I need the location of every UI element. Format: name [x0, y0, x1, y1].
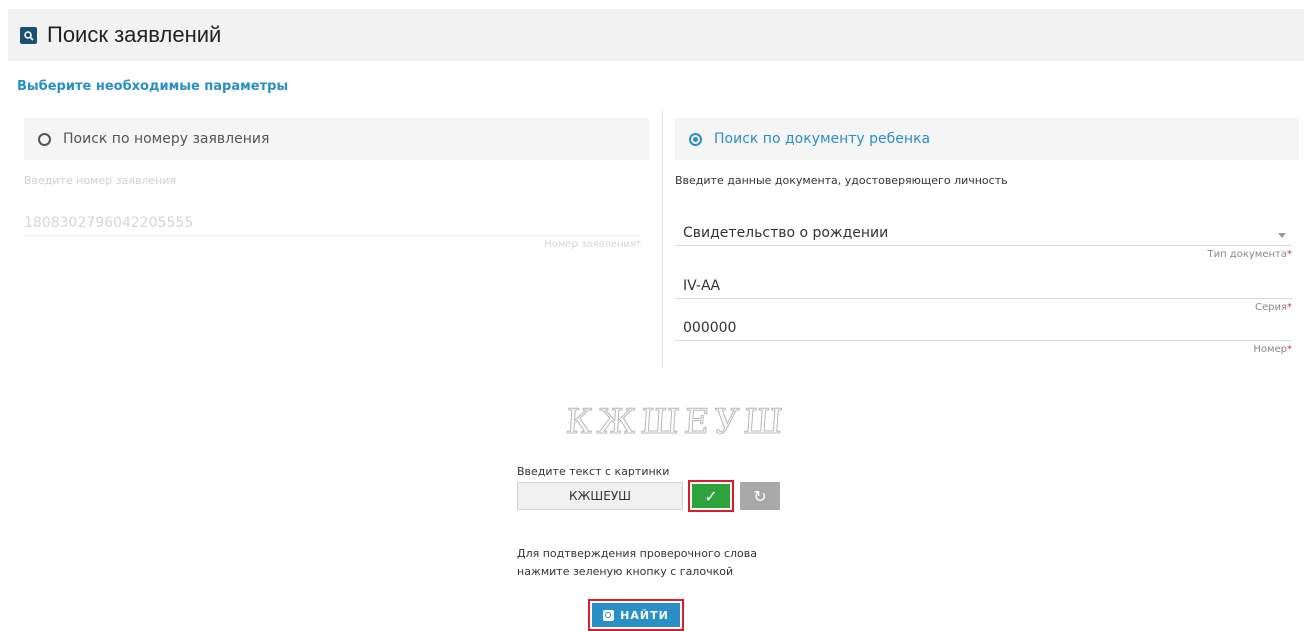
radio-search-by-document[interactable]: Поиск по документу ребенка — [675, 118, 1299, 160]
page-title: Поиск заявлений — [47, 22, 222, 47]
chevron-down-icon — [1278, 233, 1286, 238]
application-number-field[interactable]: 1808302796042205555 — [24, 215, 641, 236]
refresh-icon: ↻ — [753, 486, 767, 506]
find-button[interactable]: НАЙТИ — [588, 599, 684, 631]
radio-label: Поиск по номеру заявления — [63, 131, 270, 147]
document-type-value: Свидетельство о рождении — [683, 225, 889, 241]
document-type-label: Тип документа* — [1207, 249, 1292, 260]
search-icon — [603, 609, 615, 621]
radio-search-by-number[interactable]: Поиск по номеру заявления — [24, 118, 649, 160]
refresh-captcha-button[interactable]: ↻ — [740, 482, 780, 510]
panel-divider — [662, 110, 663, 368]
search-by-number-panel: Поиск по номеру заявления Введите номер … — [24, 118, 649, 250]
application-number-label: Номер заявления* — [544, 239, 641, 250]
search-by-document-panel: Поиск по документу ребенка Введите данны… — [675, 118, 1299, 355]
captcha-input[interactable] — [517, 482, 683, 510]
section-subtitle: Выберите необходимые параметры — [17, 79, 289, 94]
number-hint: Введите номер заявления — [24, 174, 177, 187]
confirm-captcha-button[interactable]: ✓ — [688, 480, 734, 512]
radio-unchecked-icon — [38, 132, 51, 146]
series-input[interactable]: IV-АА — [675, 278, 1292, 299]
document-hint: Введите данные документа, удостоверяющег… — [675, 174, 1008, 187]
captcha-image: КЖШЕУШ — [564, 402, 789, 443]
check-icon: ✓ — [704, 486, 718, 506]
find-button-label: НАЙТИ — [620, 608, 669, 622]
search-document-icon — [20, 26, 37, 44]
radio-label: Поиск по документу ребенка — [714, 131, 931, 147]
series-label: Серия* — [1255, 302, 1292, 313]
number-label: Номер* — [1253, 344, 1292, 355]
radio-checked-icon — [689, 132, 702, 146]
number-input[interactable]: 000000 — [675, 320, 1292, 341]
document-type-select[interactable]: Свидетельство о рождении — [675, 225, 1292, 246]
captcha-hint: Введите текст с картинки — [517, 465, 670, 478]
page-header: Поиск заявлений — [8, 9, 1304, 61]
confirm-note: Для подтверждения проверочного слова наж… — [517, 547, 757, 578]
